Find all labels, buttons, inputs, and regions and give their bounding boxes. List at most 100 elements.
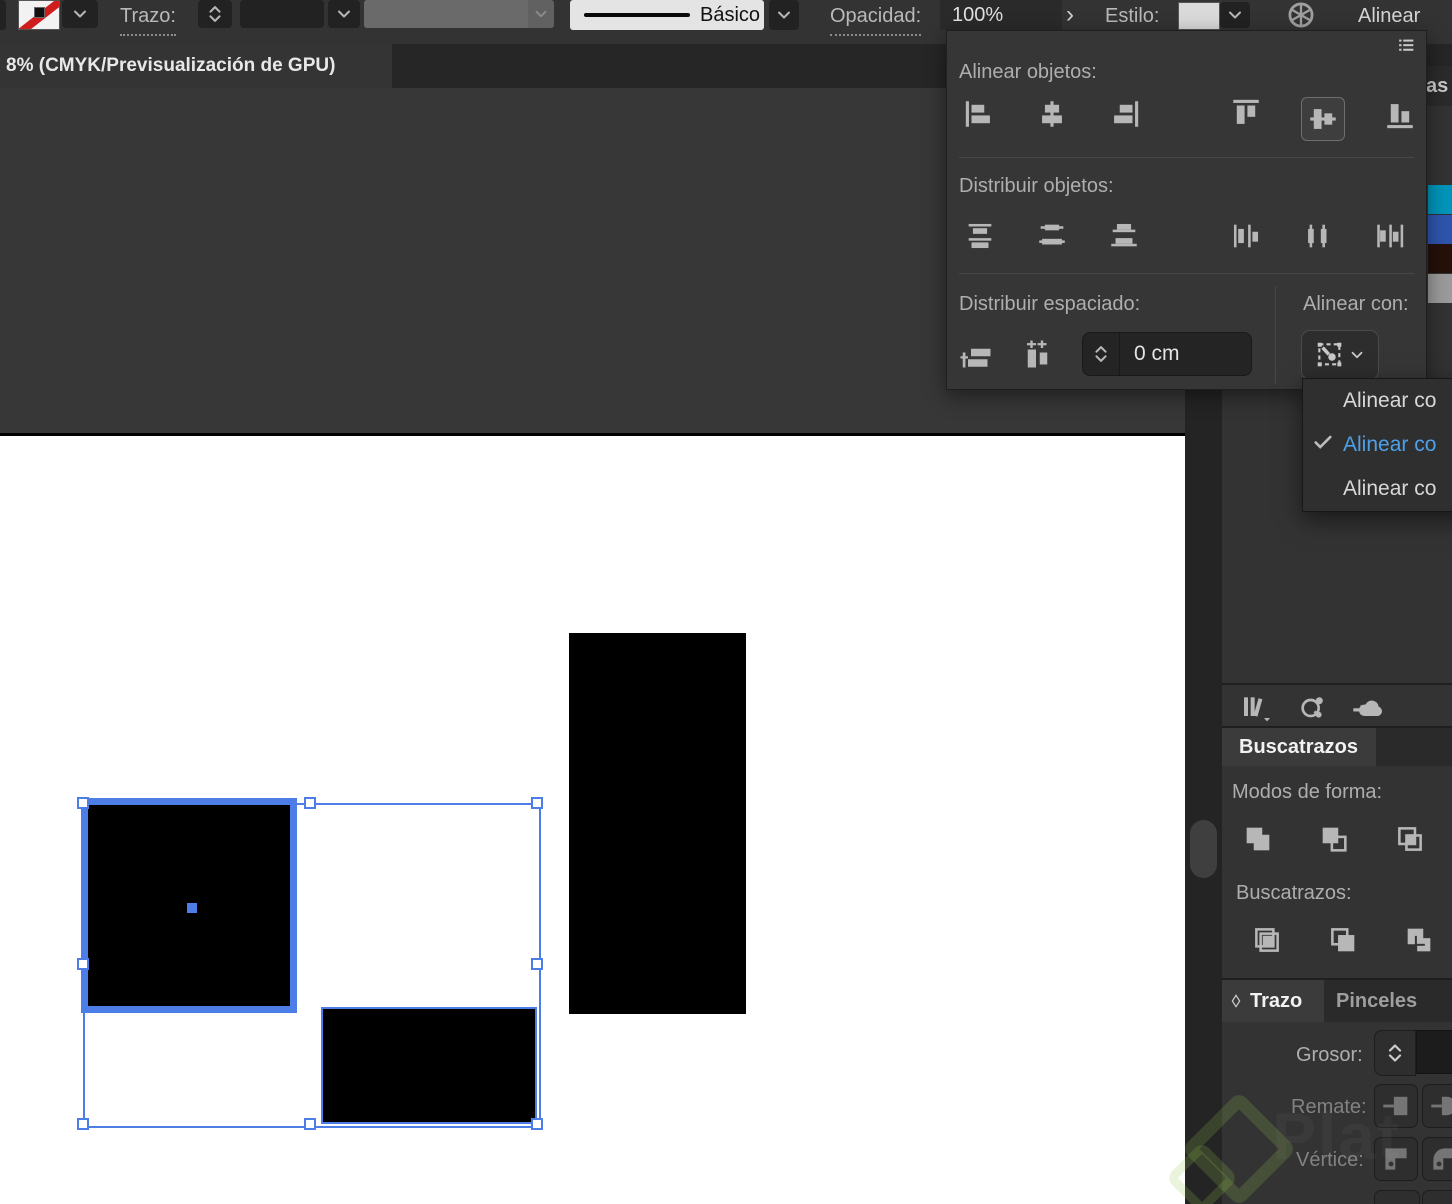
trazo-toolbar-label[interactable]: Trazo: — [120, 1, 176, 36]
dist-h-right-icon[interactable] — [1373, 219, 1407, 253]
check-icon — [1303, 431, 1343, 459]
join-buttons — [1374, 1137, 1452, 1181]
align-left-icon[interactable] — [963, 97, 997, 131]
align-top-icon[interactable] — [1229, 97, 1263, 131]
color-swatch[interactable] — [1428, 185, 1452, 214]
tab-pinceles[interactable]: Pinceles — [1336, 980, 1417, 1022]
color-swatch[interactable] — [1428, 273, 1452, 303]
shape-modes-label: Modos de forma: — [1232, 781, 1383, 803]
vertical-scrollbar-thumb[interactable] — [1190, 820, 1217, 878]
align-panel: Alinear objetos: Distribuir objetos: Dis… — [946, 30, 1427, 390]
pathfinder-label: Buscatrazos: — [1236, 882, 1352, 904]
spacing-stepper[interactable] — [1083, 333, 1120, 375]
align-objects-label: Alinear objetos: — [959, 61, 1097, 83]
stroke-line-preview — [584, 13, 690, 17]
align-panel-vertical-divider — [1275, 286, 1276, 384]
spacing-h-icon[interactable] — [1021, 336, 1057, 372]
align-objects-buttons — [963, 97, 1417, 141]
selection-handle[interactable] — [77, 957, 89, 970]
tab-buscatrazos[interactable]: Buscatrazos — [1222, 728, 1376, 766]
selection-handle[interactable] — [531, 797, 543, 809]
dist-v-center-icon[interactable] — [1035, 219, 1069, 253]
chevron-down-icon — [1348, 346, 1366, 364]
align-to-menu: Alinear co Alinear co Alinear co — [1302, 378, 1452, 512]
color-wheel-icon[interactable] — [1287, 1, 1315, 29]
selection-handle[interactable] — [304, 797, 316, 809]
estilo-toolbar-label: Estilo: — [1105, 5, 1160, 27]
opacity-input[interactable]: 100% — [940, 0, 1062, 30]
selection-handle[interactable] — [304, 1118, 316, 1130]
updown-stepper-icon — [204, 1, 226, 27]
stroke-width-stepper[interactable] — [198, 0, 232, 28]
pf-divide-icon[interactable] — [1250, 923, 1284, 957]
selection-handle[interactable] — [77, 797, 89, 809]
align-to-menu-item[interactable]: Alinear co — [1303, 379, 1452, 423]
grosor-label: Grosor: — [1296, 1044, 1363, 1066]
opacity-more-chevron[interactable]: › — [1066, 1, 1074, 29]
cap-buttons — [1374, 1084, 1452, 1128]
swatch-dropdown-button[interactable] — [62, 0, 98, 28]
dist-v-bottom-icon[interactable] — [1107, 219, 1141, 253]
align-to-menu-item-label: Alinear co — [1343, 433, 1437, 456]
illustrator-window: Trazo: Básico Opacidad: 100% › Estilo: A… — [0, 0, 1452, 1204]
align-bottom-icon[interactable] — [1383, 97, 1417, 131]
tab-trazo[interactable]: Trazo — [1222, 980, 1324, 1022]
join-miter-icon[interactable] — [1374, 1137, 1418, 1181]
pf-trim-icon[interactable] — [1326, 923, 1360, 957]
panel-collapse-diamond-icon[interactable] — [1228, 992, 1244, 1010]
align-to-menu-item[interactable]: Alinear co — [1303, 467, 1452, 511]
selection-bounding-box[interactable] — [83, 803, 541, 1128]
join-round-icon[interactable] — [1422, 1137, 1452, 1181]
align-panel-divider — [959, 273, 1414, 274]
stroke-none-swatch[interactable] — [18, 0, 60, 30]
dist-h-center-icon[interactable] — [1301, 219, 1335, 253]
align-v-center-icon[interactable] — [1301, 97, 1345, 141]
spacing-value-field: 0 cm — [1082, 332, 1252, 376]
style-dropdown-chevron[interactable] — [1220, 2, 1250, 28]
cap-round-icon[interactable] — [1422, 1084, 1452, 1128]
dist-h-left-icon[interactable] — [1229, 219, 1263, 253]
intersect-icon[interactable] — [1393, 822, 1427, 856]
align-right-icon[interactable] — [1107, 97, 1141, 131]
opacidad-toolbar-label[interactable]: Opacidad: — [830, 1, 922, 36]
cap-butt-icon[interactable] — [1374, 1084, 1418, 1128]
stroke-width-dropdown[interactable] — [240, 0, 324, 28]
profile-dropdown-chevron[interactable] — [528, 0, 554, 28]
clipped-button[interactable] — [1422, 1190, 1452, 1204]
color-swatch[interactable] — [1428, 244, 1452, 273]
panel-header-icons — [1240, 692, 1384, 724]
brush-dropdown-chevron[interactable] — [769, 0, 799, 30]
unite-icon[interactable] — [1241, 822, 1275, 856]
panel-menu-icon[interactable] — [1393, 35, 1419, 57]
library-icon[interactable] — [1240, 692, 1272, 724]
selection-handle[interactable] — [531, 1118, 543, 1130]
chevron-down-icon — [70, 4, 90, 24]
align-to-dropdown-button[interactable] — [1301, 330, 1379, 380]
align-to-menu-item[interactable]: Alinear co — [1303, 423, 1452, 467]
minus-front-icon[interactable] — [1317, 822, 1351, 856]
pf-merge-icon[interactable] — [1402, 923, 1436, 957]
style-swatch[interactable] — [1178, 2, 1220, 30]
document-tab[interactable]: 8% (CMYK/Previsualización de GPU) — [0, 44, 392, 88]
color-swatch[interactable] — [1428, 214, 1452, 244]
grosor-input[interactable] — [1416, 1030, 1452, 1074]
brush-definition-dropdown[interactable]: Básico — [570, 0, 764, 30]
spacing-v-icon[interactable] — [959, 336, 995, 372]
chevron-down-icon — [334, 4, 354, 24]
align-to-label: Alinear con: — [1303, 293, 1409, 315]
grosor-stepper[interactable] — [1374, 1030, 1416, 1076]
distribute-spacing-buttons — [959, 336, 1057, 372]
mini-fill-indicator — [34, 7, 45, 18]
align-h-center-icon[interactable] — [1035, 97, 1069, 131]
spacing-value[interactable]: 0 cm — [1120, 342, 1180, 366]
selection-handle[interactable] — [531, 957, 543, 970]
variable-width-profile-dropdown[interactable] — [364, 0, 528, 28]
node-search-icon[interactable] — [1296, 692, 1328, 724]
dist-v-top-icon[interactable] — [963, 219, 997, 253]
cloud-sync-icon[interactable] — [1352, 692, 1384, 724]
rect-plain[interactable] — [569, 633, 746, 1014]
clipped-button[interactable] — [1374, 1190, 1420, 1204]
stroke-width-dropdown-chevron[interactable] — [328, 0, 360, 28]
object-center-marker — [187, 903, 197, 913]
selection-handle[interactable] — [77, 1118, 89, 1130]
